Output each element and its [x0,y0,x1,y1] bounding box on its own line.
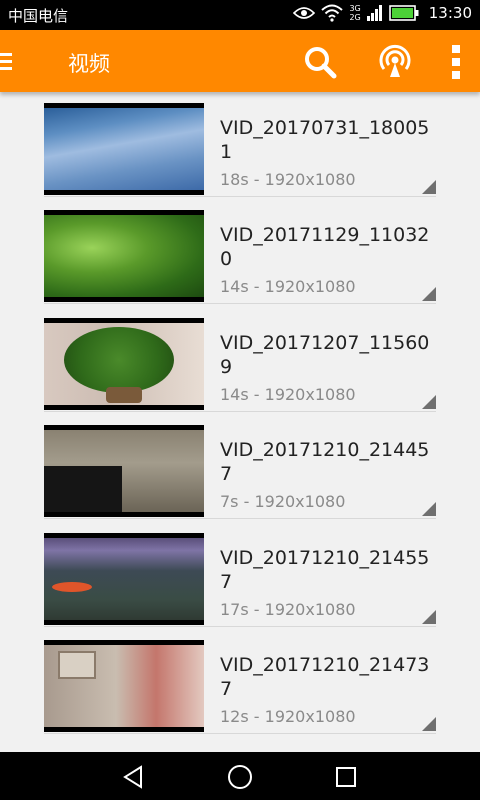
video-meta: 7s - 1920x1080 [220,492,346,511]
video-item[interactable]: VID_20170731_180051 18s - 1920x1080 [44,100,436,197]
navigation-bar [0,752,480,800]
eye-icon [293,7,316,19]
status-bar: 中国电信 3G 2G 13:30 [0,0,480,30]
thumbnail-image [44,108,204,190]
thumbnail-image [44,215,204,297]
signal-icon [366,5,382,21]
video-meta: 14s - 1920x1080 [220,385,356,404]
video-meta: 12s - 1920x1080 [220,707,356,726]
item-menu-corner-icon[interactable] [422,287,436,301]
page-title: 视频 [68,52,110,76]
thumbnail-image [44,645,204,727]
item-menu-corner-icon[interactable] [422,180,436,194]
video-thumbnail [44,103,204,195]
menu-icon[interactable] [0,51,14,71]
cast-icon[interactable] [376,43,414,81]
thumbnail-image [44,538,204,620]
video-item[interactable]: VID_20171129_110320 14s - 1920x1080 [44,207,436,304]
video-thumbnail [44,318,204,410]
home-icon[interactable] [227,764,253,790]
battery-icon [388,5,419,21]
video-meta: 18s - 1920x1080 [220,170,356,189]
thumbnail-image [44,430,204,512]
network-type-bottom: 2G [349,13,361,22]
video-item[interactable]: VID_20171210_214737 12s - 1920x1080 [44,637,436,734]
video-title: VID_20170731_180051 [220,117,430,163]
video-title: VID_20171210_214737 [220,654,430,700]
video-thumbnail [44,425,204,517]
network-type-top: 3G [349,4,361,13]
video-thumbnail [44,533,204,625]
video-meta: 17s - 1920x1080 [220,600,356,619]
video-title: VID_20171129_110320 [220,224,430,270]
more-vert-icon[interactable] [446,44,466,80]
network-type: 3G 2G [349,4,360,22]
video-title: VID_20171207_115609 [220,332,430,378]
video-thumbnail [44,640,204,732]
video-item[interactable]: VID_20171210_214557 17s - 1920x1080 [44,530,436,627]
search-icon[interactable] [302,44,338,80]
video-item[interactable]: VID_20171207_115609 14s - 1920x1080 [44,315,436,412]
back-icon[interactable] [122,765,144,789]
video-title: VID_20171210_214557 [220,547,430,593]
thumbnail-image [44,323,204,405]
carrier-name: 中国电信 [8,7,69,25]
video-meta: 14s - 1920x1080 [220,277,356,296]
video-title: VID_20171210_214457 [220,439,430,485]
item-menu-corner-icon[interactable] [422,395,436,409]
recent-apps-icon[interactable] [335,766,357,788]
item-menu-corner-icon[interactable] [422,610,436,624]
app-bar: 视频 [0,30,480,92]
item-menu-corner-icon[interactable] [422,717,436,731]
video-thumbnail [44,210,204,302]
item-menu-corner-icon[interactable] [422,502,436,516]
video-item[interactable]: VID_20171210_214457 7s - 1920x1080 [44,422,436,519]
status-icons: 3G 2G 13:30 [293,4,472,22]
clock: 13:30 [428,4,472,22]
wifi-icon [321,4,344,22]
